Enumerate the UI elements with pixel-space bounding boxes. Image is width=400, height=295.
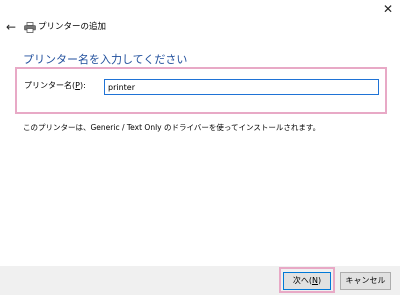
close-icon[interactable]: ✕ (381, 2, 395, 16)
printer-icon (24, 22, 36, 33)
printer-name-label: プリンター名(P): (24, 80, 86, 92)
next-button-suffix: ) (317, 276, 322, 285)
window-title: プリンターの追加 (38, 22, 107, 32)
printer-name-label-suffix: ): (79, 81, 86, 90)
page-heading: プリンター名を入力してください (23, 53, 188, 66)
next-button-prefix: 次へ( (292, 276, 312, 285)
printer-name-input[interactable] (104, 79, 379, 95)
back-arrow-icon[interactable]: ← (4, 20, 18, 34)
cancel-button[interactable]: キャンセル (340, 272, 391, 290)
printer-name-label-prefix: プリンター名( (24, 81, 76, 90)
driver-note: このプリンターは、Generic / Text Only のドライバーを使ってイ… (23, 123, 321, 132)
next-button[interactable]: 次へ(N) (283, 272, 331, 290)
